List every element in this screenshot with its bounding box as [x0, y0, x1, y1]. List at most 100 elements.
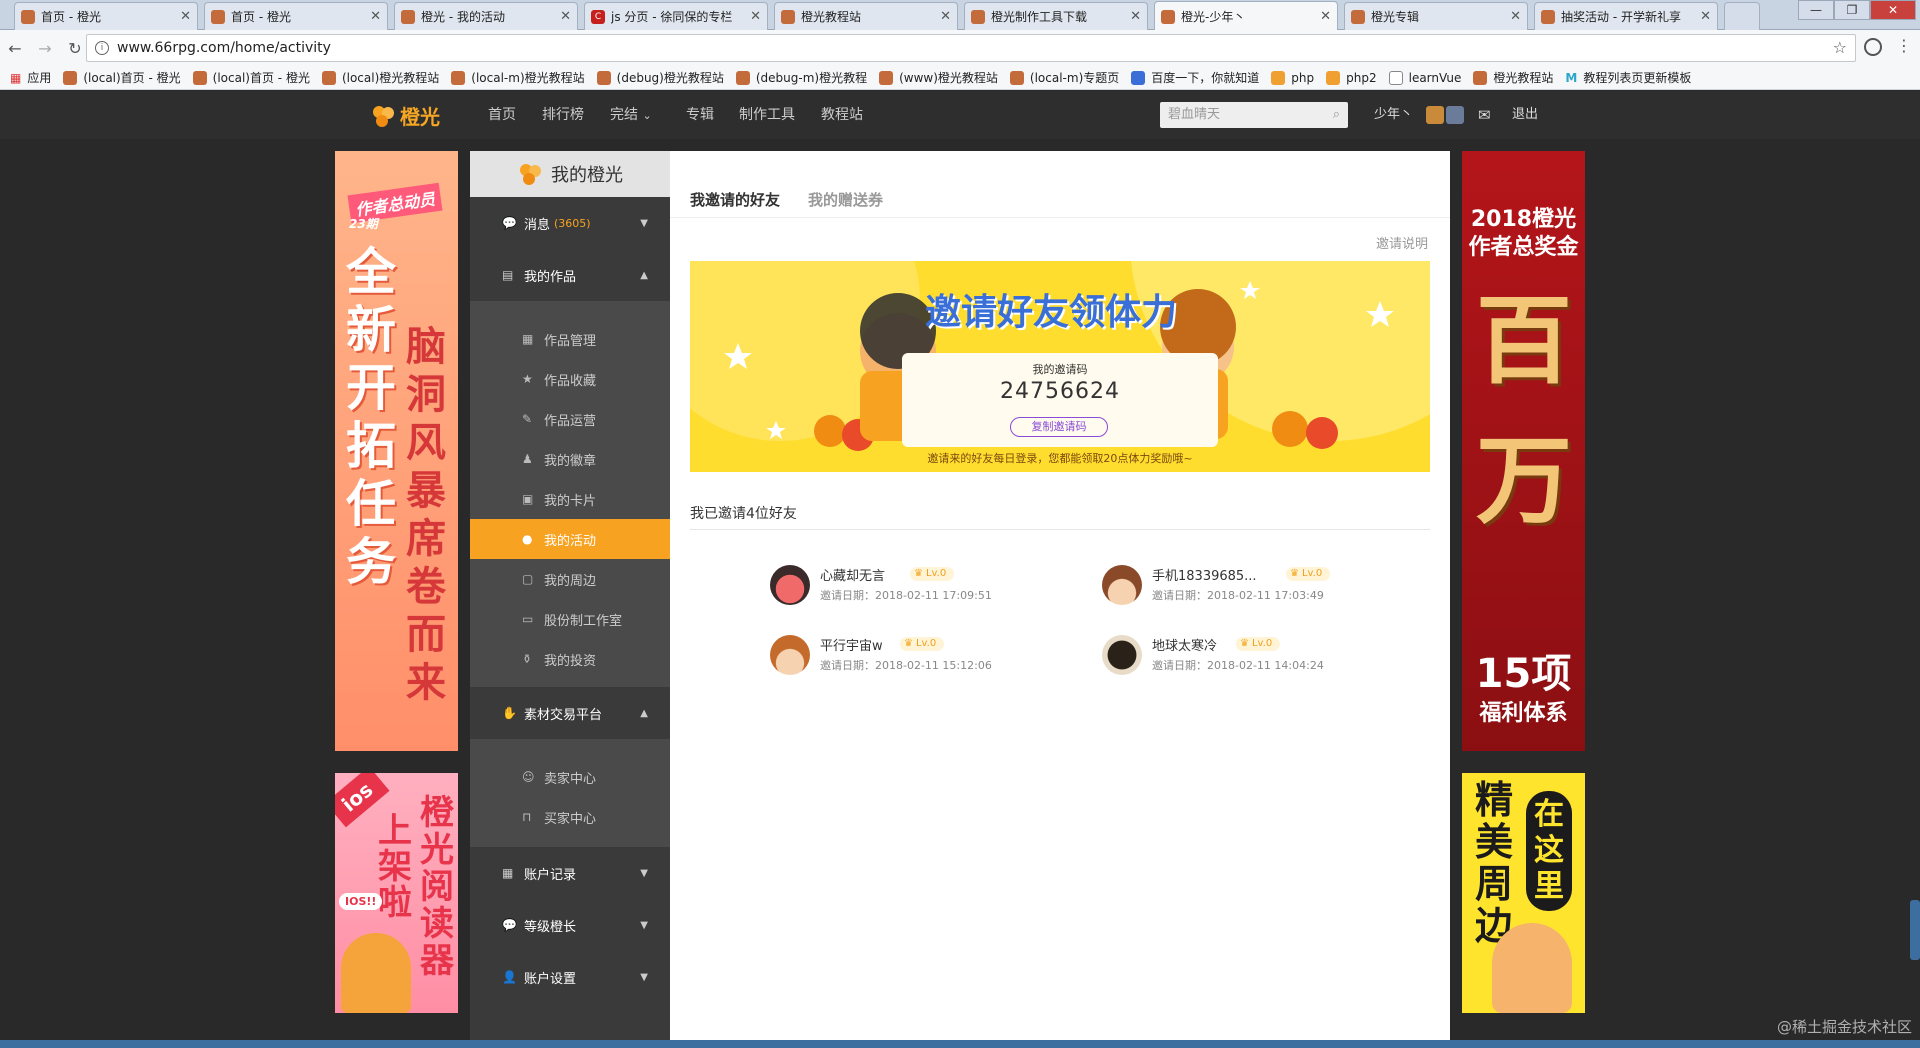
browser-tab[interactable]: Cjs 分页 - 徐同保的专栏 ✕: [584, 2, 768, 30]
bookmark-item[interactable]: (local)首页 - 橙光: [192, 69, 310, 86]
bookmark-item[interactable]: M 教程列表页更新模板: [1565, 69, 1691, 86]
bookmark-item[interactable]: (local)橙光教程站: [321, 69, 439, 86]
copy-invite-code-button[interactable]: 复制邀请码: [1010, 417, 1108, 437]
close-icon[interactable]: ✕: [1510, 9, 1521, 24]
ad-ios-reader[interactable]: ios 上架啦 橙光阅读器 IOS!!: [335, 773, 458, 1013]
bookmark-star-icon[interactable]: ☆: [1833, 38, 1847, 57]
avatar[interactable]: [1102, 635, 1142, 675]
browser-tab[interactable]: 橙光制作工具下载 ✕: [964, 2, 1148, 30]
sidebar-item-cards[interactable]: ▣ 我的卡片: [470, 479, 670, 519]
lock-bag-icon: ⊓: [522, 810, 532, 824]
search-icon[interactable]: ⌕: [1333, 102, 1340, 128]
avatar[interactable]: [770, 635, 810, 675]
friend-name[interactable]: 平行宇宙w: [820, 635, 883, 654]
nav-tools[interactable]: 制作工具: [739, 91, 795, 139]
sidebar-group-account-records[interactable]: ▦ 账户记录 ▼: [470, 847, 670, 899]
sidebar-item-seller[interactable]: ☺ 卖家中心: [470, 757, 670, 797]
user-badge-icon: ♟: [522, 452, 533, 466]
item-label: 我的徽章: [544, 453, 597, 469]
ad-author-mobilization[interactable]: 作者总动员 23期 全新开拓任务 脑洞风暴席卷而来: [335, 151, 458, 751]
mail-icon[interactable]: ✉: [1478, 91, 1491, 139]
sidebar-group-works[interactable]: ▤ 我的作品 ▲: [470, 249, 670, 301]
sidebar-item-badges[interactable]: ♟ 我的徽章: [470, 439, 670, 479]
close-icon[interactable]: ✕: [180, 9, 191, 24]
close-icon[interactable]: ✕: [1130, 9, 1141, 24]
nav-ranking[interactable]: 排行榜: [542, 91, 584, 139]
sidebar-item-invest[interactable]: ⚱ 我的投资: [470, 639, 670, 679]
invite-help-link[interactable]: 邀请说明: [1376, 233, 1428, 252]
browser-tab[interactable]: 橙光 - 我的活动 ✕: [394, 2, 578, 30]
sidebar-item-activities[interactable]: ● 我的活动: [470, 519, 670, 559]
browser-tab[interactable]: 橙光专辑 ✕: [1344, 2, 1528, 30]
search-placeholder: 碧血晴天: [1168, 107, 1221, 122]
tab-invited-friends[interactable]: 我邀请的好友: [690, 189, 780, 210]
avatar[interactable]: [1102, 565, 1142, 605]
close-icon[interactable]: ✕: [370, 9, 381, 24]
minimize-icon[interactable]: —: [1798, 0, 1834, 20]
ad-author-prize[interactable]: 2018橙光 作者总奖金 百万 15项 福利体系: [1462, 151, 1585, 751]
forward-icon[interactable]: →: [30, 39, 60, 58]
bookmark-item[interactable]: (local-m)专题页: [1009, 69, 1119, 86]
sidebar-group-market[interactable]: ✋ 素材交易平台 ▲: [470, 687, 670, 739]
bookmark-item[interactable]: 百度一下，你就知道: [1131, 69, 1259, 86]
friend-name[interactable]: 地球太寒冷: [1152, 635, 1217, 654]
new-tab-button[interactable]: [1724, 2, 1760, 30]
user-avatar-icon[interactable]: [1426, 106, 1444, 124]
bookmark-apps[interactable]: ▦ 应用: [10, 69, 51, 86]
browser-tab[interactable]: 首页 - 橙光 ✕: [14, 2, 198, 30]
url-input[interactable]: i www.66rpg.com/home/activity ☆: [86, 34, 1856, 62]
info-icon[interactable]: i: [95, 41, 109, 55]
scrollbar-thumb[interactable]: [1910, 900, 1920, 960]
bookmark-item[interactable]: (www)橙光教程站: [879, 69, 998, 86]
bookmark-item[interactable]: (local-m)橙光教程站: [451, 69, 585, 86]
friend-name[interactable]: 手机18339685...: [1152, 565, 1257, 584]
close-icon[interactable]: ✕: [1700, 9, 1711, 24]
bookmark-item[interactable]: learnVue: [1388, 70, 1461, 85]
back-icon[interactable]: ←: [0, 39, 30, 58]
level-badge: ♛ Lv.0: [1286, 567, 1331, 581]
sidebar-item-merch[interactable]: ▢ 我的周边: [470, 559, 670, 599]
nav-album[interactable]: 专辑: [686, 91, 714, 139]
extension-icon[interactable]: [1864, 38, 1882, 56]
tab-gift-coupons[interactable]: 我的赠送券: [808, 189, 883, 210]
browser-tab[interactable]: 橙光教程站 ✕: [774, 2, 958, 30]
maximize-icon[interactable]: ❐: [1834, 0, 1870, 20]
sidebar-item-operations[interactable]: ✎ 作品运营: [470, 399, 670, 439]
sidebar-group-messages[interactable]: 💬 消息 (3605) ▼: [470, 197, 670, 249]
nav-tutorial[interactable]: 教程站: [821, 91, 863, 139]
sidebar-item-buyer[interactable]: ⊓ 买家中心: [470, 797, 670, 837]
browser-tab[interactable]: 首页 - 橙光 ✕: [204, 2, 388, 30]
chevron-down-icon: ▼: [640, 867, 648, 879]
window-close-icon[interactable]: ✕: [1870, 0, 1916, 20]
browser-tab-active[interactable]: 橙光-少年丶 ✕: [1154, 1, 1338, 31]
bookmark-item[interactable]: 橙光教程站: [1473, 69, 1553, 86]
bookmark-item[interactable]: (debug-m)橙光教程: [735, 69, 867, 86]
close-icon[interactable]: ✕: [1320, 9, 1331, 24]
close-icon[interactable]: ✕: [940, 9, 951, 24]
sidebar-item-works-manage[interactable]: ▦ 作品管理: [470, 319, 670, 359]
ad-merchandise[interactable]: 精美周边 在这里: [1462, 773, 1585, 1013]
close-icon[interactable]: ✕: [560, 9, 571, 24]
close-icon[interactable]: ✕: [750, 9, 761, 24]
sidebar-group-account-settings[interactable]: 👤 账户设置 ▼: [470, 951, 670, 1003]
bookmark-item[interactable]: php: [1271, 70, 1314, 85]
sidebar-group-level[interactable]: 💬 等级橙长 ▼: [470, 899, 670, 951]
menu-icon[interactable]: ⋮: [1896, 36, 1912, 55]
badge-icon[interactable]: [1446, 106, 1464, 124]
sidebar-item-studio[interactable]: ▭ 股份制工作室: [470, 599, 670, 639]
seller-icon: ☺: [522, 770, 535, 784]
nav-home[interactable]: 首页: [488, 91, 516, 139]
avatar[interactable]: [770, 565, 810, 605]
browser-tab[interactable]: 抽奖活动 - 开学新礼享 ✕: [1534, 2, 1718, 30]
friend-name[interactable]: 心藏却无言: [820, 565, 885, 584]
bookmark-item[interactable]: (local)首页 - 橙光: [63, 69, 181, 86]
sidebar-item-favorites[interactable]: ★ 作品收藏: [470, 359, 670, 399]
user-name[interactable]: 少年丶: [1374, 91, 1413, 139]
bookmark-item[interactable]: php2: [1326, 70, 1377, 85]
site-search-input[interactable]: 碧血晴天 ⌕: [1160, 102, 1348, 128]
bookmark-item[interactable]: (debug)橙光教程站: [596, 69, 724, 86]
orange-flower-icon: [373, 105, 394, 127]
nav-finished[interactable]: 完结 ⌄: [610, 91, 652, 139]
site-logo[interactable]: 橙光: [370, 101, 440, 130]
logout-link[interactable]: 退出: [1512, 91, 1538, 139]
